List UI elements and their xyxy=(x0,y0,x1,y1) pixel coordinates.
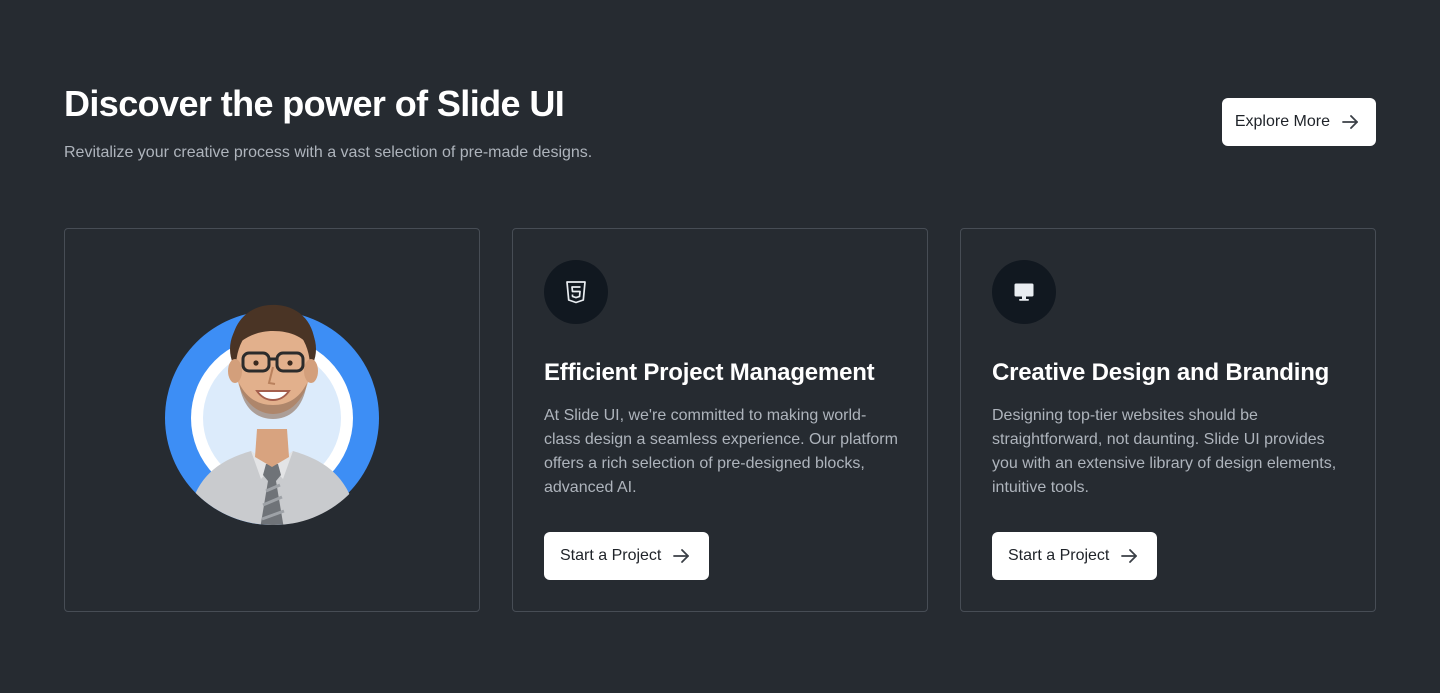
feature-card-project-management: Efficient Project Management At Slide UI… xyxy=(512,228,928,612)
icon-circle xyxy=(544,260,608,324)
card-description: At Slide UI, we're committed to making w… xyxy=(544,407,898,496)
arrow-right-icon xyxy=(1342,115,1358,129)
monitor-icon xyxy=(1014,283,1034,301)
card-title: Creative Design and Branding xyxy=(992,359,1330,386)
html5-icon xyxy=(566,281,586,304)
feature-cards: Efficient Project Management At Slide UI… xyxy=(64,228,1376,612)
start-project-label: Start a Project xyxy=(560,547,662,564)
start-project-label: Start a Project xyxy=(1008,547,1110,564)
start-project-button[interactable]: Start a Project xyxy=(544,532,710,580)
card-title: Efficient Project Management xyxy=(544,359,875,386)
feature-card-design-branding: Creative Design and Branding Designing t… xyxy=(960,228,1376,612)
page-subtitle: Revitalize your creative process with a … xyxy=(64,144,593,161)
person-illustration xyxy=(187,304,359,526)
portrait-card xyxy=(64,228,480,612)
card-description: Designing top-tier websites should be st… xyxy=(992,407,1337,496)
start-project-button[interactable]: Start a Project xyxy=(992,532,1158,580)
icon-circle xyxy=(992,260,1056,324)
explore-more-button[interactable]: Explore More xyxy=(1221,98,1376,146)
explore-more-label: Explore More xyxy=(1234,113,1330,130)
hero-header: Discover the power of Slide UI Revitaliz… xyxy=(64,80,1376,180)
person-portrait xyxy=(165,301,381,529)
arrow-right-icon xyxy=(673,549,690,563)
arrow-right-icon xyxy=(1121,549,1138,563)
page-title: Discover the power of Slide UI xyxy=(64,83,565,124)
